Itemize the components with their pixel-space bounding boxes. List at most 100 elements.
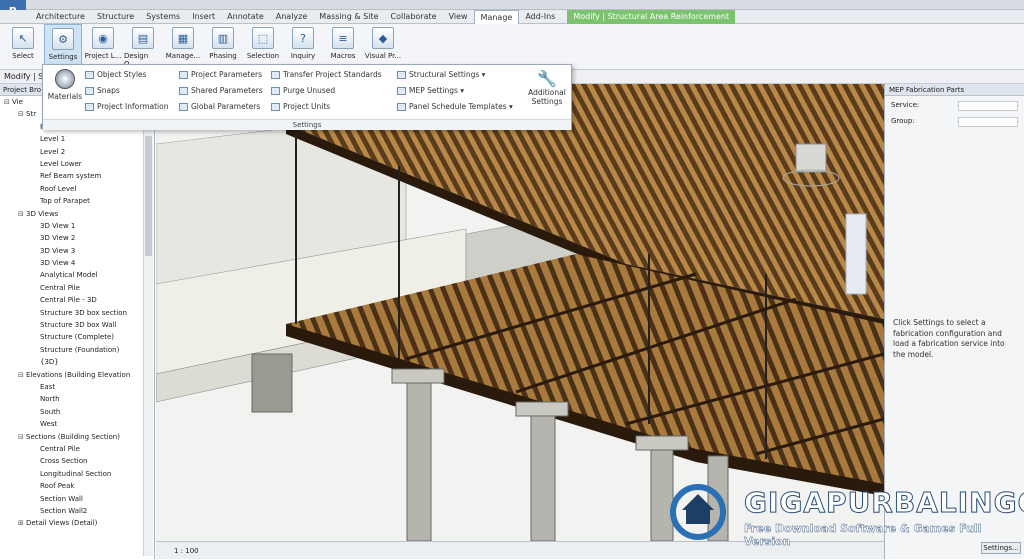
tree-item[interactable]: Central Pile [0,282,154,294]
service-label: Service: [891,101,920,109]
tab-analyze[interactable]: Analyze [270,10,314,24]
menu-item-mep-settings[interactable]: MEP Settings ▾ [397,86,464,95]
tree-item[interactable]: 3D View 3 [0,245,154,257]
inquiry-button[interactable]: ? Inquiry [284,24,322,68]
menu-item-snaps[interactable]: Snaps [85,86,120,95]
tree-item[interactable]: Roof Peak [0,480,154,492]
additional-settings-button[interactable]: 🔧 Additional Settings [525,69,569,106]
phasing-button[interactable]: ▥ Phasing [204,24,242,68]
view-scale[interactable]: 1 : 100 [174,547,199,555]
tree-item[interactable]: East [0,381,154,393]
tree-item[interactable]: Level Lower [0,158,154,170]
menu-item-structural-settings[interactable]: Structural Settings ▾ [397,70,485,79]
tab-modify-structural-area-reinforcement[interactable]: Modify | Structural Area Reinforcement [567,9,736,24]
tree-item[interactable]: Level 2 [0,146,154,158]
tree-item[interactable]: Structure (Foundation) [0,344,154,356]
gear-icon: ⚙ [52,28,74,50]
tab-add-ins[interactable]: Add-Ins [519,10,561,24]
tree-item[interactable]: ⊟ Elevations (Building Elevation [0,369,154,381]
expand-icon[interactable]: ⊟ [18,431,26,443]
tree-item-label: Level 1 [40,135,66,144]
menu-item-shared-parameters[interactable]: Shared Parameters [179,86,263,95]
tree-item[interactable]: 3D View 4 [0,257,154,269]
ribbon-button-label: Select [12,52,34,60]
tree-item[interactable]: Section Wall2 [0,505,154,517]
tree-item[interactable]: ⊞ Detail Views (Detail) [0,517,154,529]
tab-view[interactable]: View [443,10,474,24]
expand-icon[interactable]: ⊞ [18,517,26,529]
tree-item-label: Cross Section [40,457,88,466]
tree-item[interactable]: {3D} [0,356,154,368]
tree-item[interactable]: Longitudinal Section [0,468,154,480]
expand-icon[interactable]: ⊟ [18,208,26,220]
ribbon-button-label: Macros [330,52,356,60]
tree-item[interactable]: 3D View 1 [0,220,154,232]
tab-structure[interactable]: Structure [91,10,140,24]
menu-item-purge-unused[interactable]: Purge Unused [271,86,335,95]
tree-item[interactable]: Structure (Complete) [0,331,154,343]
tree-item[interactable]: ⊟ Sections (Building Section) [0,431,154,443]
structure-3d-model [156,84,884,541]
tree-item-label: 3D View 2 [40,234,76,243]
tab-massing-site[interactable]: Massing & Site [313,10,384,24]
project-l-button[interactable]: ◉ Project L... [84,24,122,68]
tree-item[interactable]: Cross Section [0,455,154,467]
menu-item-panel-schedule-templates[interactable]: Panel Schedule Templates ▾ [397,102,513,111]
options-bar-label: Modify | S [4,72,44,81]
tab-manage[interactable]: Manage [473,9,520,24]
macros-button[interactable]: ≡ Macros [324,24,362,68]
menu-item-object-styles[interactable]: Object Styles [85,70,147,79]
tree-item[interactable]: Analytical Model [0,269,154,281]
tree-item-label: East [40,382,56,391]
group-select[interactable] [958,117,1018,127]
select-button[interactable]: ↖ Select [4,24,42,68]
menu-item-project-information[interactable]: Project Information [85,102,168,111]
project-browser-scrollbar[interactable] [143,96,153,556]
tree-item[interactable]: ⊟ 3D Views [0,208,154,220]
menu-item-label: Shared Parameters [191,86,263,95]
menu-item-icon [85,86,94,95]
tab-insert[interactable]: Insert [186,10,221,24]
materials-label: Materials [47,92,83,101]
settings-button[interactable]: ⚙ Settings [44,24,82,68]
watermark-logo: GIGAPURBALINGGA Free Download Software &… [660,480,1024,548]
menu-item-transfer-project-standards[interactable]: Transfer Project Standards [271,70,382,79]
expand-icon[interactable]: ⊟ [4,96,12,108]
tree-item-label: Roof Peak [40,482,75,491]
tree-item[interactable]: Central Pile - 3D [0,294,154,306]
menu-item-project-units[interactable]: Project Units [271,102,330,111]
scrollbar-thumb[interactable] [145,136,152,256]
tree-item[interactable]: South [0,406,154,418]
tree-item[interactable]: West [0,418,154,430]
selection-button[interactable]: ⬚ Selection [244,24,282,68]
tree-item[interactable]: Roof Level [0,183,154,195]
visual-pr-button[interactable]: ◆ Visual Pr... [364,24,402,68]
tree-item[interactable]: Top of Parapet [0,195,154,207]
tree-item[interactable]: Section Wall [0,493,154,505]
tab-collaborate[interactable]: Collaborate [385,10,443,24]
design-o-button[interactable]: ▤Design O... [124,24,162,68]
menu-item-label: MEP Settings ▾ [409,86,465,95]
tree-item[interactable]: North [0,393,154,405]
tab-annotate[interactable]: Annotate [221,10,270,24]
menu-item-icon [271,86,280,95]
tree-item[interactable]: Central Pile [0,443,154,455]
3d-viewport[interactable] [156,84,884,541]
tree-item[interactable]: Ref Beam system [0,170,154,182]
expand-icon[interactable]: ⊟ [18,108,26,120]
tab-systems[interactable]: Systems [140,10,186,24]
tree-item[interactable]: Level 1 [0,133,154,145]
menu-item-global-parameters[interactable]: Global Parameters [179,102,260,111]
expand-icon[interactable]: ⊟ [18,369,26,381]
tree-item[interactable]: 3D View 2 [0,232,154,244]
tree-item-label: Structure 3D box Wall [40,321,117,330]
group-label: Group: [891,117,915,125]
materials-button[interactable]: Materials [47,69,83,101]
tree-item-label: Vie [12,98,23,106]
tree-item[interactable]: Structure 3D box Wall [0,319,154,331]
tree-item[interactable]: Structure 3D box section [0,307,154,319]
manage-button[interactable]: ▦ Manage... [164,24,202,68]
tab-architecture[interactable]: Architecture [30,10,91,24]
service-select[interactable] [958,101,1018,111]
menu-item-project-parameters[interactable]: Project Parameters [179,70,262,79]
